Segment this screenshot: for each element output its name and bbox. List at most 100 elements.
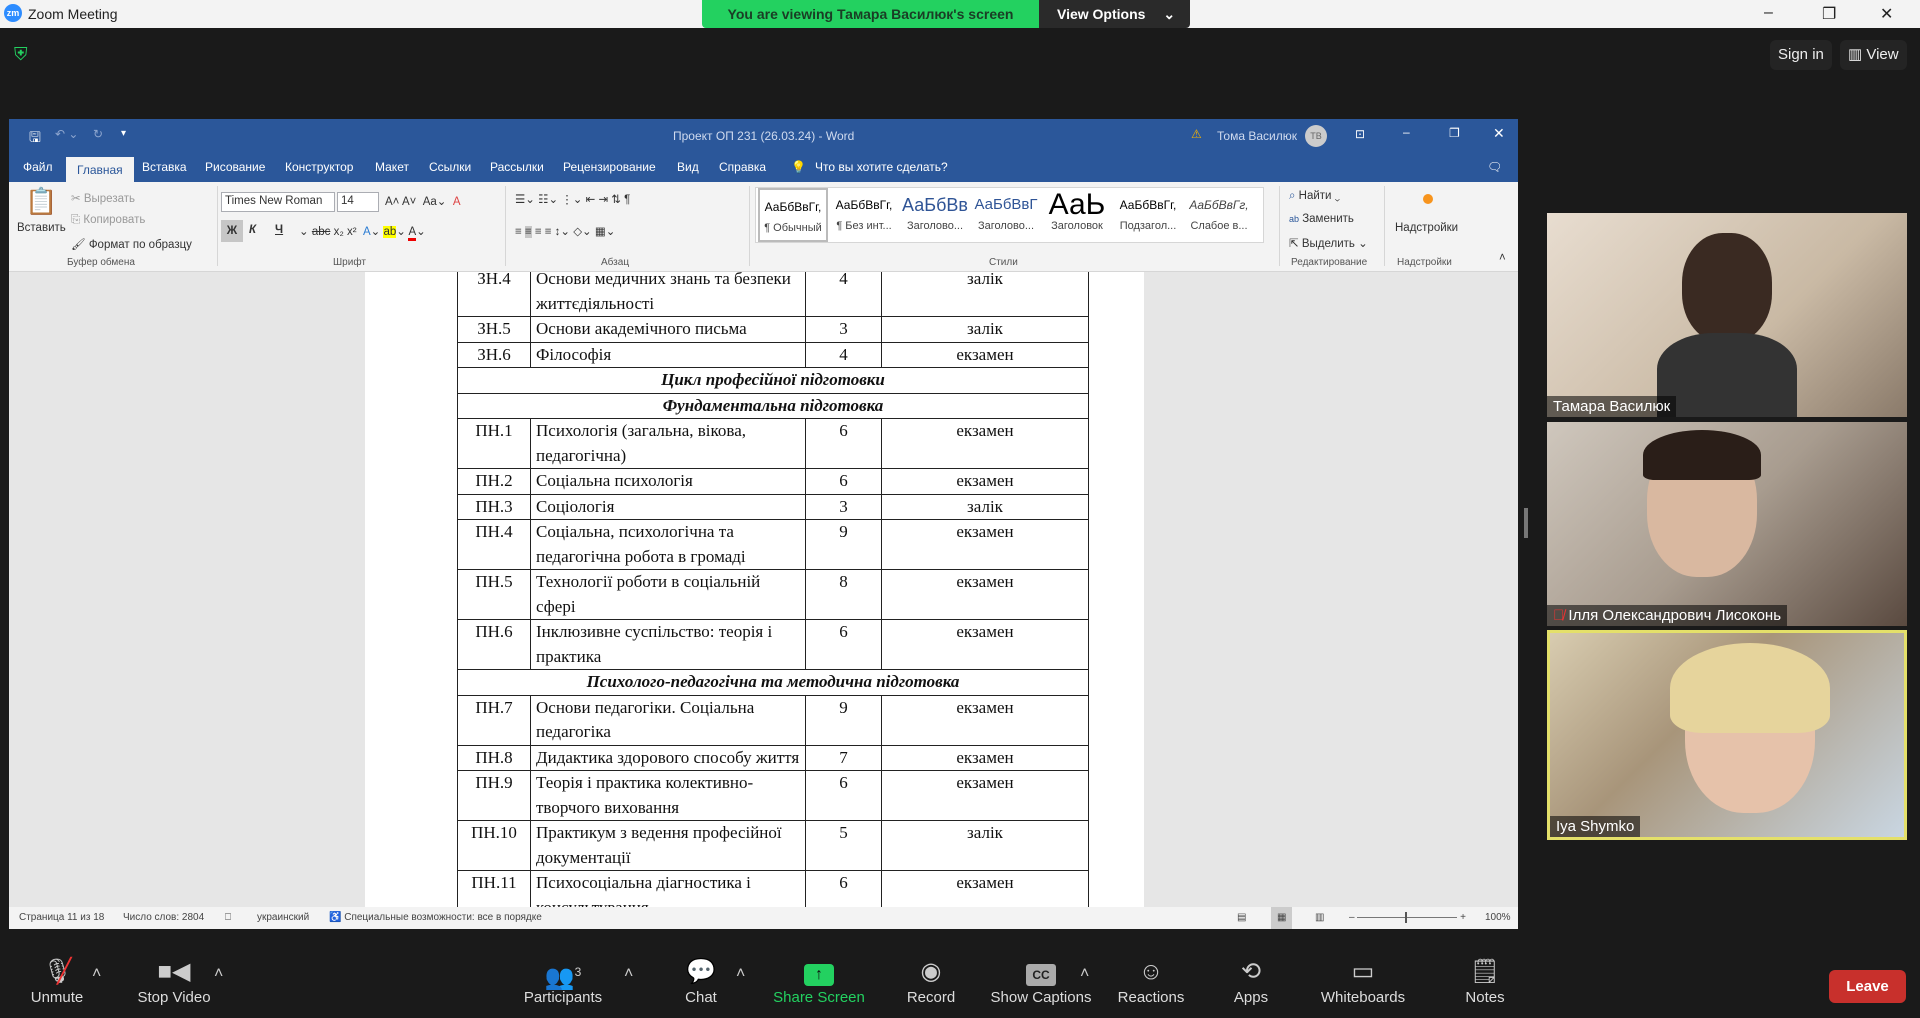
list-icons[interactable]: ☰⌄ ☷⌄ ⋮⌄ ⇤ ⇥ ⇅ ¶ — [515, 192, 630, 206]
course-code: ПН.6 — [457, 619, 531, 670]
reactions-button[interactable]: ☺ Reactions — [1096, 955, 1206, 1006]
copy-button[interactable]: ⎘ Копировать — [71, 214, 145, 227]
addins-button[interactable]: Надстройки — [1395, 222, 1458, 234]
style-name: ¶ Без инт... — [836, 220, 892, 232]
style-preview: АаБбВв — [902, 195, 968, 215]
style-item[interactable]: АаБбВвГг, Слабое в... — [1184, 188, 1254, 242]
captions-caret-icon[interactable]: ˄ — [1080, 965, 1089, 983]
format-painter-button[interactable]: 🖌 Формат по образцу — [71, 237, 192, 251]
word-count[interactable]: Число слов: 2804 — [123, 907, 204, 929]
web-layout-icon[interactable]: ▥ — [1315, 907, 1324, 929]
style-item[interactable]: АаБбВв Заголово... — [900, 188, 970, 242]
document-area[interactable]: ЗН.4 Основи медичних знань та безпеки жит… — [9, 272, 1518, 907]
user-name: Тома Василюк — [1217, 129, 1297, 143]
document-page[interactable]: ЗН.4 Основи медичних знань та безпеки жит… — [365, 272, 1144, 907]
tab-help[interactable]: Справка — [719, 160, 766, 174]
style-item[interactable]: АаБбВвГг, ¶ Без инт... — [829, 188, 899, 242]
view-button[interactable]: ▥ View — [1840, 40, 1907, 70]
copy-label: Копировать — [83, 214, 146, 226]
video-tile[interactable]: 🎙̸ Ілля Олександрович Лисоконь — [1547, 422, 1907, 626]
style-item[interactable]: АаБбВвГг, ¶ Обычный — [758, 188, 828, 242]
whiteboards-button[interactable]: ▭ Whiteboards — [1308, 955, 1418, 1006]
notes-label: Notes — [1465, 989, 1505, 1006]
participants-caret-icon[interactable]: ˄ — [624, 965, 633, 983]
page-count[interactable]: Страница 11 из 18 — [19, 907, 104, 929]
course-code: ПН.10 — [457, 820, 531, 871]
read-mode-icon[interactable]: ▤ — [1237, 907, 1246, 929]
tab-references[interactable]: Ссылки — [429, 160, 471, 174]
collapse-ribbon-icon[interactable]: ˄ — [1499, 252, 1506, 264]
bold-button[interactable]: Ж — [221, 220, 243, 242]
leave-button[interactable]: Leave — [1829, 970, 1906, 1003]
notes-button[interactable]: 🗒 Notes — [1430, 955, 1540, 1006]
tell-me-input[interactable]: Что вы хотите сделать? — [815, 160, 948, 174]
whiteboard-icon: ▭ — [1351, 958, 1375, 985]
tab-file[interactable]: Файл — [23, 160, 53, 174]
undo-icon[interactable]: ↶ ⌄ — [55, 127, 78, 141]
select-button[interactable]: ⇱ Выделить ⌄ — [1289, 236, 1368, 250]
participant-video-body — [1657, 333, 1797, 417]
tab-view[interactable]: Вид — [677, 160, 699, 174]
audio-options-caret-icon[interactable]: ˄ — [92, 965, 101, 983]
print-layout-icon[interactable]: ▦ — [1271, 907, 1293, 929]
participants-button[interactable]: 👥3 Participants — [508, 955, 618, 1006]
replace-button[interactable]: ab Заменить — [1289, 213, 1354, 225]
zoom-level[interactable]: 100% — [1485, 907, 1511, 929]
cut-button[interactable]: ✂ Вырезать — [71, 191, 135, 205]
video-tile-active-speaker[interactable]: Iya Shymko — [1547, 630, 1907, 840]
chat-caret-icon[interactable]: ˄ — [736, 965, 745, 983]
view-options-button[interactable]: View Options ⌄ — [1039, 0, 1190, 28]
participant-name-label: Ілля Олександрович Лисоконь — [1568, 607, 1782, 624]
minimize-icon[interactable]: – — [1764, 4, 1773, 22]
language[interactable]: украинский — [257, 907, 309, 929]
style-item[interactable]: АаБбВвГ Заголово... — [971, 188, 1041, 242]
apps-button[interactable]: ⟲ Apps — [1196, 955, 1306, 1006]
comments-icon[interactable]: 🗨 — [1487, 160, 1502, 174]
font-size-select[interactable]: 14 — [337, 192, 379, 212]
minimize-icon[interactable]: – — [1403, 125, 1410, 139]
avatar[interactable]: ТВ — [1305, 125, 1327, 147]
accessibility-status[interactable]: ♿ Специальные возможности: все в порядке — [329, 907, 542, 929]
style-item[interactable]: АаЬ Заголовок — [1042, 188, 1112, 242]
ribbon-display-icon[interactable]: ⊡ — [1355, 127, 1365, 141]
redo-icon[interactable]: ↻ — [93, 127, 103, 141]
tab-draw[interactable]: Рисование — [205, 160, 265, 174]
video-options-caret-icon[interactable]: ˄ — [214, 965, 223, 983]
customize-icon[interactable]: ▾ — [121, 128, 126, 139]
zoom-slider[interactable]: – + — [1349, 907, 1473, 929]
tab-layout[interactable]: Макет — [375, 160, 409, 174]
video-tile[interactable]: Тамара Василюк — [1547, 213, 1907, 417]
share-screen-button[interactable]: ↑ Share Screen — [764, 955, 874, 1006]
panel-resize-handle[interactable] — [1524, 508, 1528, 538]
find-button[interactable]: ⌕ Найти ⌄ — [1289, 190, 1340, 203]
record-button[interactable]: ◉ Record — [876, 955, 986, 1006]
shield-icon[interactable]: ⛨ — [14, 44, 36, 66]
font-name-select[interactable]: Times New Roman — [221, 192, 335, 212]
alignment-icons[interactable]: ≡ ≡ ≡ ≡ ↕⌄ ◇⌄ ▦⌄ — [515, 224, 615, 238]
course-code: ЗН.6 — [457, 341, 531, 368]
grow-font-icon[interactable]: A˄ A˅ Aa⌄ A — [385, 194, 461, 208]
word-title-bar: 🖫 ↶ ⌄ ↻ ▾ Проект ОП 231 (26.03.24) - Wor… — [9, 119, 1518, 153]
paste-button[interactable]: Вставить — [17, 222, 66, 234]
save-icon[interactable]: 🖫 — [29, 127, 41, 151]
tab-design[interactable]: Конструктор — [285, 160, 353, 174]
table-row: ПН.5 Технології роботи в соціальній сфері… — [457, 569, 1089, 620]
paste-icon[interactable]: 📋 — [25, 186, 57, 217]
restore-icon[interactable]: ❐ — [1449, 126, 1460, 140]
tab-home[interactable]: Главная — [66, 157, 134, 182]
sign-in-button[interactable]: Sign in — [1770, 40, 1832, 70]
style-item[interactable]: АаБбВвГг, Подзагол... — [1113, 188, 1183, 242]
italic-button[interactable]: К — [249, 224, 256, 236]
close-icon[interactable]: ✕ — [1880, 4, 1893, 24]
styles-gallery[interactable]: АаБбВвГг, ¶ Обычный АаБбВвГг, ¶ Без инт... А… — [755, 187, 1264, 243]
stop-video-button[interactable]: ■◀ Stop Video — [119, 955, 229, 1006]
tab-insert[interactable]: Вставка — [142, 160, 187, 174]
restore-icon[interactable]: ❐ — [1822, 4, 1836, 24]
tab-mailings[interactable]: Рассылки — [490, 160, 544, 174]
course-code: ПН.9 — [457, 770, 531, 821]
proofing-icon[interactable]: ⎕ — [225, 907, 231, 929]
font-effects-icons[interactable]: ⌄ abc x₂ x² A⌄ ab⌄ A⌄ — [299, 224, 426, 241]
tab-review[interactable]: Рецензирование — [563, 160, 656, 174]
close-icon[interactable]: ✕ — [1493, 125, 1505, 142]
underline-button[interactable]: Ч — [275, 224, 283, 236]
